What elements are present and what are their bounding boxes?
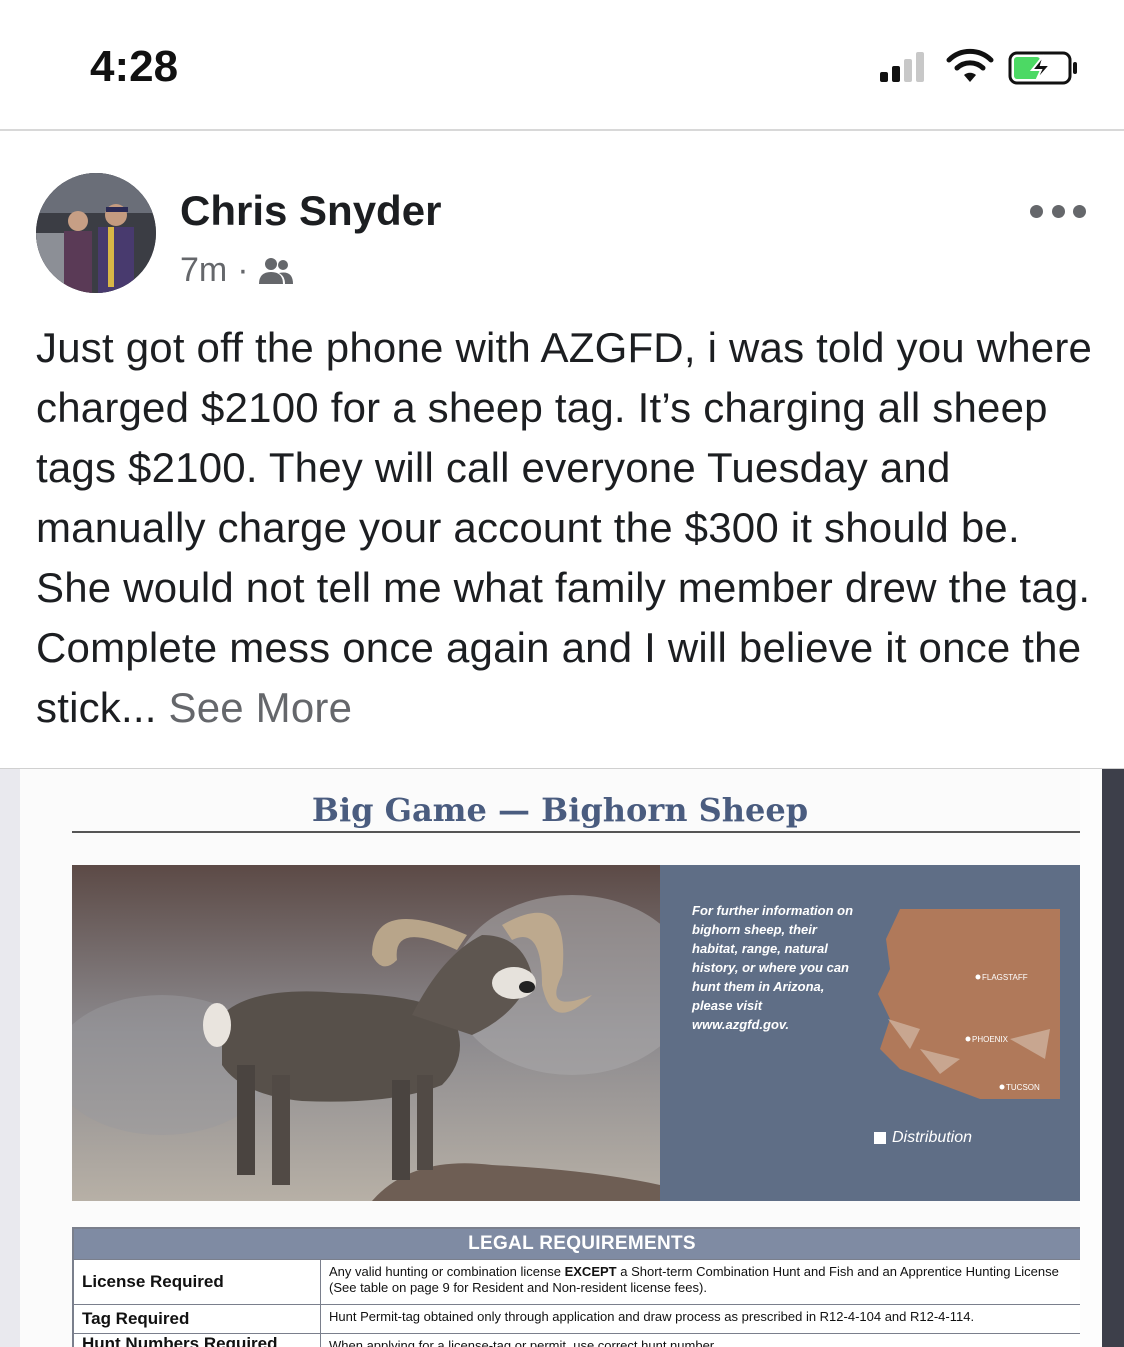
row-value-emphasis: EXCEPT: [564, 1264, 617, 1279]
author-name[interactable]: Chris Snyder: [180, 187, 441, 235]
arizona-distribution-map: FLAGSTAFF PHOENIX TUCSON: [878, 909, 1060, 1099]
dot: [1051, 204, 1065, 218]
document-page: Big Game — Bighorn Sheep For further inf…: [20, 769, 1108, 1347]
title-rule: [72, 831, 1108, 833]
post-attachment-image[interactable]: Big Game — Bighorn Sheep For further inf…: [0, 768, 1124, 1347]
battery-charging-icon: [1008, 51, 1077, 85]
bighorn-sheep-photo: [72, 865, 660, 1201]
post-header: Chris Snyder 7m ·: [0, 133, 1124, 303]
map-label-phoenix: PHOENIX: [972, 1035, 1009, 1044]
cellular-signal-icon: [880, 52, 924, 82]
row-value-text: a Short-term Combination Hunt and Fish a…: [620, 1264, 1059, 1279]
avatar[interactable]: [36, 173, 156, 293]
table-row: License Required Any valid hunting or co…: [74, 1259, 1090, 1304]
document-title: Big Game — Bighorn Sheep: [311, 791, 809, 829]
map-legend: Distribution: [874, 1129, 972, 1147]
dot: [1073, 204, 1086, 218]
info-panel: For further information on bighorn sheep…: [660, 865, 1088, 1201]
row-value-note: (See table on page 9 for Resident and No…: [329, 1280, 707, 1295]
table-header: LEGAL REQUIREMENTS: [74, 1229, 1090, 1259]
table-row: Tag Required Hunt Permit-tag obtained on…: [74, 1304, 1090, 1333]
wifi-icon: [946, 48, 994, 82]
friends-icon[interactable]: [258, 256, 293, 286]
row-label: Hunt Numbers Required: [74, 1334, 321, 1347]
status-bar: 4:28: [0, 0, 1124, 131]
row-label: License Required: [74, 1260, 321, 1304]
post-text: Just got off the phone with AZGFD, i was…: [36, 318, 1096, 738]
legal-requirements-table: LEGAL REQUIREMENTS License Required Any …: [72, 1227, 1092, 1347]
dot: [1030, 204, 1043, 218]
map-label-flagstaff: FLAGSTAFF: [982, 973, 1028, 982]
legend-swatch: [874, 1132, 886, 1144]
post-timestamp[interactable]: 7m: [180, 251, 227, 290]
map-label-tucson: TUCSON: [1006, 1083, 1040, 1092]
row-value: When applying for a license-tag or permi…: [329, 1338, 718, 1347]
row-value-text: Any valid hunting or combination license: [329, 1264, 561, 1279]
see-more-link[interactable]: See More: [168, 684, 352, 731]
row-value: Hunt Permit-tag obtained only through ap…: [329, 1309, 975, 1324]
status-time: 4:28: [90, 42, 179, 91]
post-meta: 7m ·: [180, 251, 293, 290]
legend-label: Distribution: [892, 1129, 973, 1146]
post-body: Just got off the phone with AZGFD, i was…: [36, 324, 1093, 731]
row-value: Any valid hunting or combination license…: [321, 1260, 1090, 1304]
more-options-button[interactable]: [1030, 201, 1086, 221]
page-edge: [1080, 769, 1102, 1347]
row-label: Tag Required: [74, 1305, 321, 1333]
avatar-image: [36, 173, 156, 293]
page-edge-dark: [1102, 769, 1124, 1347]
info-text: For further information on bighorn sheep…: [692, 903, 854, 1032]
meta-separator: ·: [237, 251, 249, 289]
table-row: Hunt Numbers Required When applying for …: [74, 1333, 1090, 1347]
